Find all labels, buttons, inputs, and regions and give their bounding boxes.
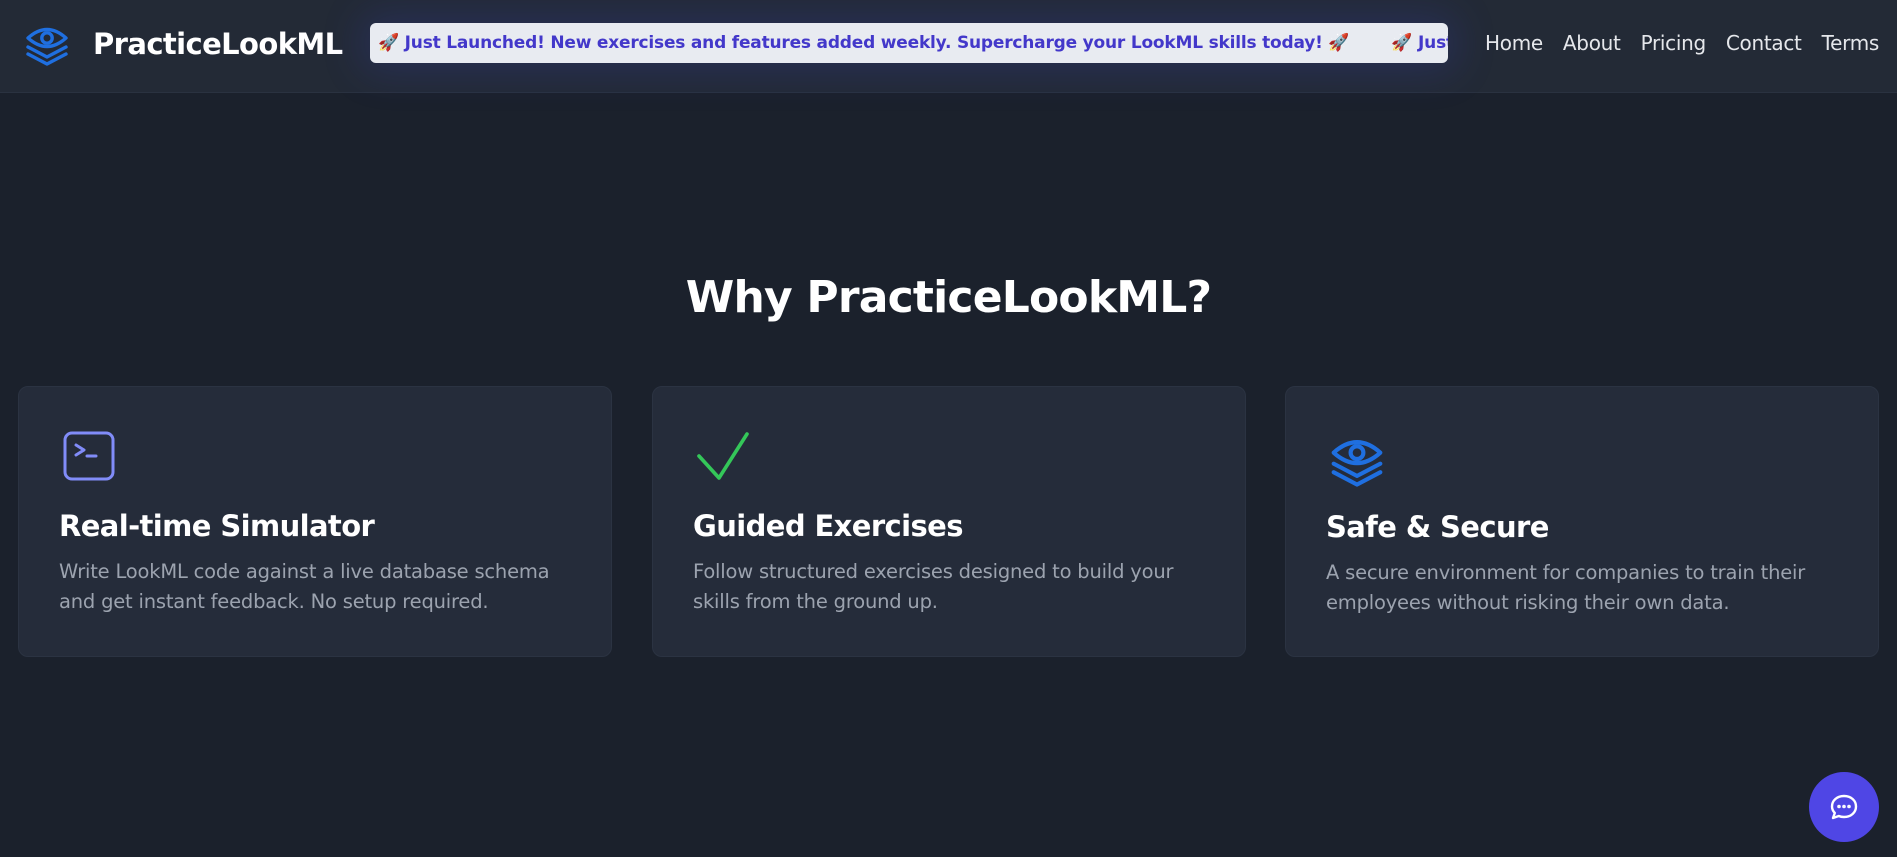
nav-about-link[interactable]: About [1563, 31, 1621, 55]
layered-eye-icon [1331, 440, 1383, 487]
brand-logo-link[interactable]: PracticeLookML [25, 22, 343, 66]
ticker-message: 🚀 Just Launched! New exercises and featu… [1391, 33, 1448, 53]
nav-terms-link[interactable]: Terms [1822, 31, 1880, 55]
feature-title: Real-time Simulator [59, 509, 375, 543]
feature-card-realtime-simulator: Real-time Simulator Write LookML code ag… [18, 386, 612, 657]
feature-description: Write LookML code against a live databas… [59, 560, 550, 613]
ticker-message: 🚀 Just Launched! New exercises and featu… [378, 33, 1350, 53]
checkmark-icon [697, 432, 749, 480]
site-header: PracticeLookML 🚀 Just Launched! New exer… [0, 0, 1897, 93]
main-nav: Home About Pricing Contact Terms [1485, 26, 1879, 60]
feature-card-safe-secure: Safe & Secure A secure environment for c… [1285, 386, 1879, 657]
nav-contact-link[interactable]: Contact [1726, 31, 1802, 55]
chat-button[interactable] [1809, 772, 1879, 842]
feature-card-guided-exercises: Guided Exercises Follow structured exerc… [652, 386, 1246, 657]
nav-pricing-link[interactable]: Pricing [1641, 31, 1707, 55]
announcement-ticker: 🚀 Just Launched! New exercises and featu… [370, 23, 1448, 63]
feature-title: Guided Exercises [693, 509, 963, 543]
feature-description: Follow structured exercises designed to … [693, 560, 1174, 613]
terminal-icon [63, 431, 115, 481]
brand-name: PracticeLookML [93, 27, 343, 61]
layered-eye-icon [26, 27, 68, 66]
ticker-track: 🚀 Just Launched! New exercises and featu… [378, 23, 1448, 63]
section-title: Why PracticeLookML? [685, 272, 1212, 323]
nav-home-link[interactable]: Home [1485, 31, 1543, 55]
feature-title: Safe & Secure [1326, 510, 1549, 544]
feature-description: A secure environment for companies to tr… [1326, 561, 1806, 614]
chat-bubble-icon [1830, 794, 1858, 820]
